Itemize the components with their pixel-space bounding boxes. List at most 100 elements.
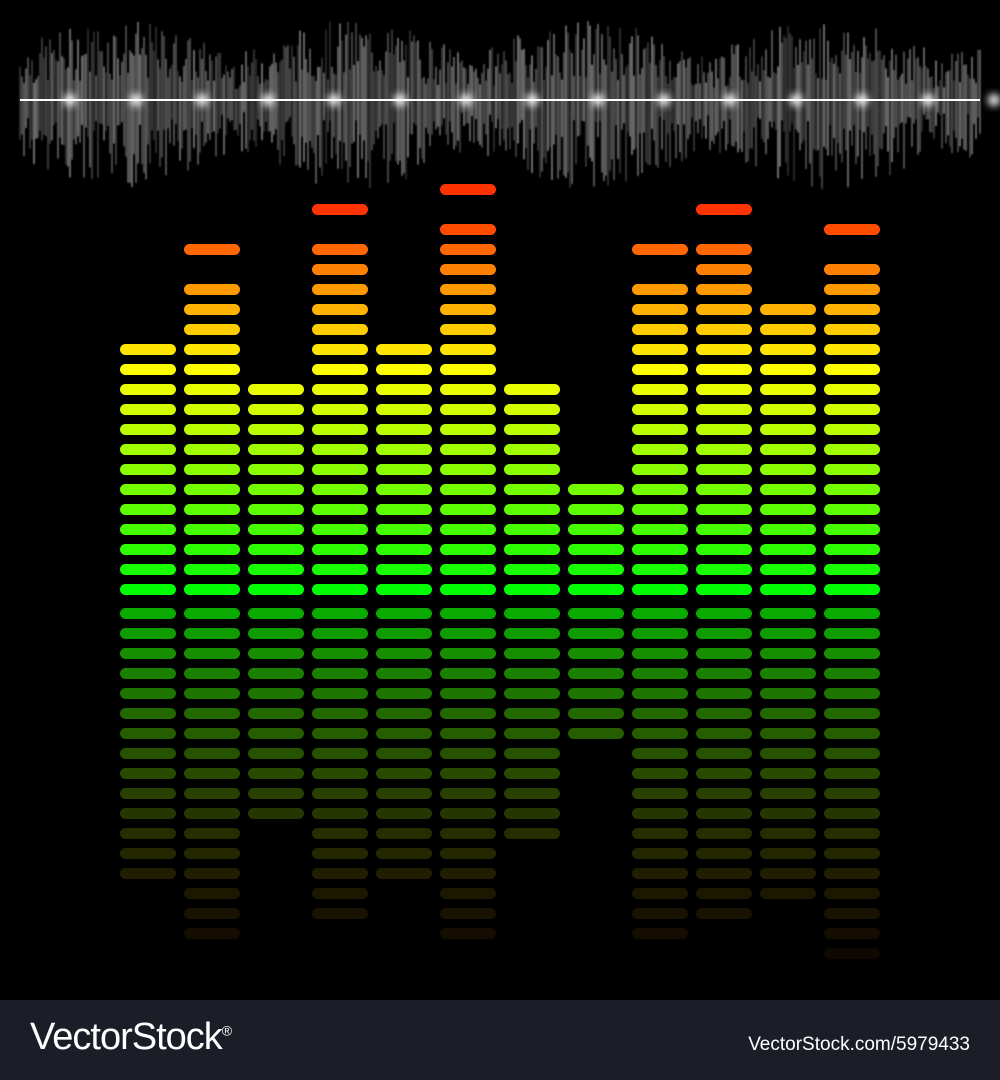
eq-peak-marker bbox=[440, 184, 496, 195]
eq-segment bbox=[120, 344, 176, 355]
eq-reflection-segment bbox=[312, 748, 368, 759]
eq-reflection-segment bbox=[376, 848, 432, 859]
eq-reflection-segment bbox=[184, 788, 240, 799]
eq-segment bbox=[120, 364, 176, 375]
eq-reflection-segment bbox=[120, 828, 176, 839]
eq-segment bbox=[248, 524, 304, 535]
eq-segment bbox=[120, 524, 176, 535]
eq-reflection-segment bbox=[440, 628, 496, 639]
eq-segment bbox=[440, 364, 496, 375]
eq-reflection-segment bbox=[376, 608, 432, 619]
eq-segment bbox=[504, 464, 560, 475]
eq-segment bbox=[696, 484, 752, 495]
eq-reflection-segment bbox=[184, 848, 240, 859]
eq-reflection-segment bbox=[824, 608, 880, 619]
eq-reflection-segment bbox=[184, 748, 240, 759]
eq-reflection-segment bbox=[824, 808, 880, 819]
eq-segment bbox=[120, 384, 176, 395]
eq-reflection-segment bbox=[312, 708, 368, 719]
eq-reflection-segment bbox=[376, 688, 432, 699]
eq-segment bbox=[696, 344, 752, 355]
eq-segment bbox=[696, 304, 752, 315]
eq-segment bbox=[824, 564, 880, 575]
eq-segment bbox=[824, 484, 880, 495]
eq-segment bbox=[824, 464, 880, 475]
eq-reflection-segment bbox=[504, 828, 560, 839]
eq-reflection-segment bbox=[120, 808, 176, 819]
eq-reflection-segment bbox=[632, 668, 688, 679]
eq-segment bbox=[184, 544, 240, 555]
eq-segment bbox=[760, 424, 816, 435]
eq-reflection-segment bbox=[440, 808, 496, 819]
eq-segment bbox=[312, 284, 368, 295]
eq-segment bbox=[184, 284, 240, 295]
eq-reflection-segment bbox=[632, 628, 688, 639]
registered-mark: ® bbox=[221, 1022, 233, 1039]
waveform-glow bbox=[790, 94, 802, 106]
eq-reflection-segment bbox=[184, 808, 240, 819]
eq-segment bbox=[440, 564, 496, 575]
eq-segment bbox=[248, 564, 304, 575]
eq-reflection-segment bbox=[824, 948, 880, 959]
eq-reflection-segment bbox=[568, 688, 624, 699]
eq-reflection-segment bbox=[632, 808, 688, 819]
eq-reflection-segment bbox=[696, 808, 752, 819]
eq-segment bbox=[632, 364, 688, 375]
eq-reflection-segment bbox=[376, 708, 432, 719]
eq-segment bbox=[568, 544, 624, 555]
eq-reflection-segment bbox=[120, 668, 176, 679]
eq-reflection-segment bbox=[376, 808, 432, 819]
eq-segment bbox=[184, 384, 240, 395]
eq-segment bbox=[184, 344, 240, 355]
eq-reflection-segment bbox=[120, 708, 176, 719]
eq-reflection-segment bbox=[376, 648, 432, 659]
eq-reflection-segment bbox=[376, 828, 432, 839]
eq-segment bbox=[632, 544, 688, 555]
eq-segment bbox=[248, 584, 304, 595]
eq-segment bbox=[312, 464, 368, 475]
eq-segment bbox=[504, 564, 560, 575]
eq-segment bbox=[120, 464, 176, 475]
eq-reflection-segment bbox=[312, 888, 368, 899]
eq-reflection-segment bbox=[504, 708, 560, 719]
eq-segment bbox=[440, 424, 496, 435]
eq-reflection-segment bbox=[248, 748, 304, 759]
eq-reflection-segment bbox=[824, 748, 880, 759]
eq-reflection-segment bbox=[824, 728, 880, 739]
eq-segment bbox=[376, 344, 432, 355]
eq-reflection-segment bbox=[312, 808, 368, 819]
eq-segment bbox=[504, 524, 560, 535]
eq-reflection-segment bbox=[632, 848, 688, 859]
eq-segment bbox=[376, 364, 432, 375]
eq-segment bbox=[312, 264, 368, 275]
eq-segment bbox=[760, 364, 816, 375]
eq-segment bbox=[376, 424, 432, 435]
eq-reflection-segment bbox=[312, 648, 368, 659]
eq-reflection-segment bbox=[504, 748, 560, 759]
waveform-glow bbox=[592, 94, 604, 106]
eq-segment bbox=[824, 264, 880, 275]
eq-reflection-segment bbox=[312, 668, 368, 679]
eq-reflection-segment bbox=[440, 748, 496, 759]
eq-segment bbox=[632, 524, 688, 535]
eq-segment bbox=[184, 524, 240, 535]
eq-reflection-segment bbox=[312, 768, 368, 779]
brand-name: VectorStock bbox=[30, 1016, 223, 1058]
eq-segment bbox=[248, 484, 304, 495]
eq-segment bbox=[824, 524, 880, 535]
eq-segment bbox=[440, 444, 496, 455]
eq-segment bbox=[696, 424, 752, 435]
eq-segment bbox=[632, 484, 688, 495]
eq-segment bbox=[120, 424, 176, 435]
eq-reflection-segment bbox=[440, 608, 496, 619]
eq-reflection-segment bbox=[248, 648, 304, 659]
eq-reflection-segment bbox=[312, 868, 368, 879]
eq-reflection-segment bbox=[824, 888, 880, 899]
eq-segment bbox=[120, 484, 176, 495]
eq-reflection-segment bbox=[760, 628, 816, 639]
eq-segment bbox=[120, 544, 176, 555]
eq-reflection-segment bbox=[760, 608, 816, 619]
eq-reflection-segment bbox=[824, 928, 880, 939]
eq-reflection-segment bbox=[440, 888, 496, 899]
eq-segment bbox=[312, 424, 368, 435]
